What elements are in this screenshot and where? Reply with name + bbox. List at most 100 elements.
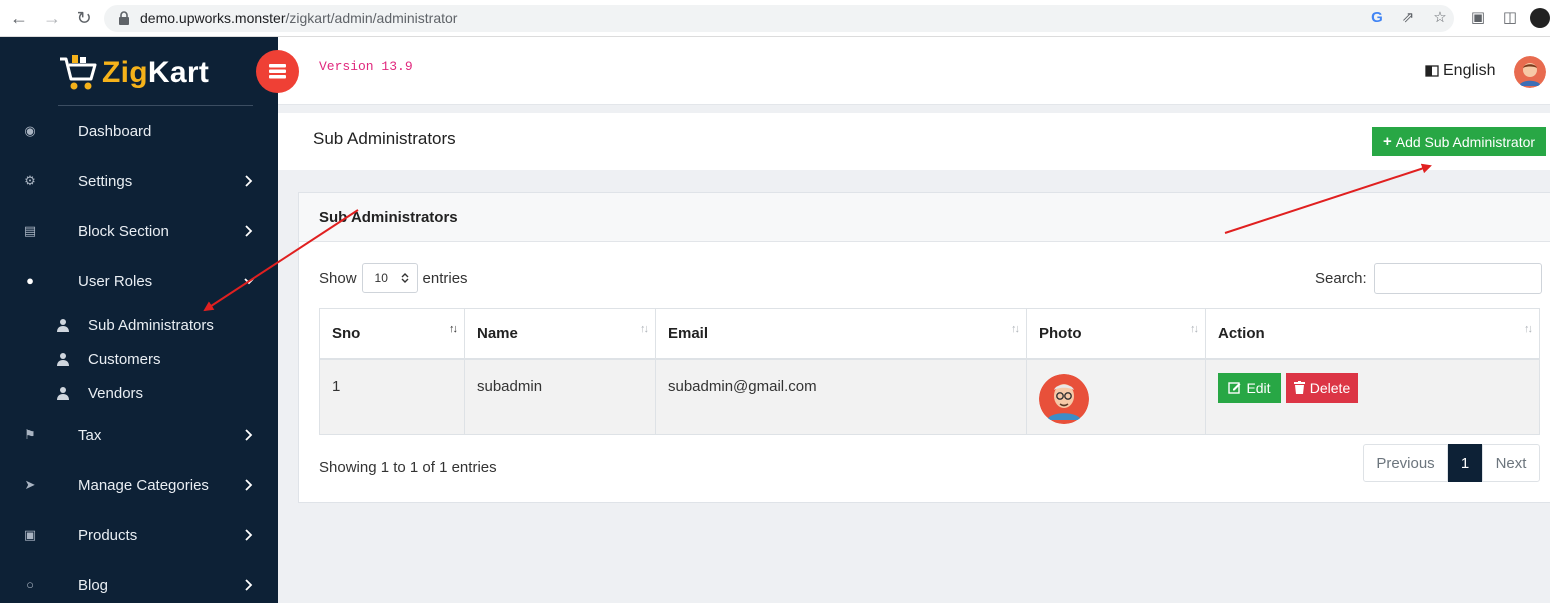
sidebar-item-user-roles[interactable]: ● User Roles <box>0 266 278 296</box>
column-header-email[interactable]: Email ↑↓ <box>655 308 1027 360</box>
table-header-row: Sno ↑↓ Name ↑↓ Email ↑↓ Photo ↑↓ Action ↑↓ <box>319 308 1540 360</box>
menu-toggle-icon <box>269 64 286 79</box>
edit-icon <box>1228 382 1241 394</box>
sort-icon: ↑↓ <box>1011 323 1020 335</box>
card-title: Sub Administrators <box>319 209 458 226</box>
sidebar-item-label: Manage Categories <box>78 476 209 494</box>
google-icon[interactable]: G <box>1366 7 1388 29</box>
chevron-right-icon <box>245 529 253 541</box>
sub-administrators-card: Sub Administrators Show 10 entries Searc… <box>298 192 1550 503</box>
brand-name: ZigKart <box>102 56 209 90</box>
language-icon <box>1425 65 1439 77</box>
language-selector[interactable]: English <box>1425 62 1495 80</box>
column-label: Email <box>668 324 709 342</box>
pagination: Previous 1 Next <box>1363 444 1540 482</box>
sidebar-item-label: User Roles <box>78 272 153 290</box>
users-icon: ● <box>26 273 34 288</box>
avatar-photo-icon <box>1039 373 1089 424</box>
column-header-name[interactable]: Name ↑↓ <box>464 308 656 360</box>
column-label: Name <box>477 324 518 342</box>
brand-logo[interactable]: ZigKart <box>58 51 209 95</box>
address-bar[interactable]: demo.upworks.monster/zigkart/admin/admin… <box>104 5 1454 32</box>
avatar-icon <box>1514 56 1546 88</box>
column-label: Action <box>1218 324 1265 342</box>
sidebar-item-label: Tax <box>78 426 102 444</box>
chevron-right-icon <box>245 429 253 441</box>
pagination-previous[interactable]: Previous <box>1363 444 1448 482</box>
profile-icon[interactable] <box>1530 8 1550 28</box>
reload-icon[interactable]: ↻ <box>74 8 94 28</box>
language-label: English <box>1443 62 1496 79</box>
forward-icon[interactable]: → <box>42 8 62 28</box>
column-header-action[interactable]: Action ↑↓ <box>1205 308 1540 360</box>
sidebar-subitem-label: Customers <box>88 350 161 368</box>
search-input[interactable] <box>1373 263 1542 294</box>
select-arrows-icon <box>401 273 409 283</box>
show-label: Show <box>319 269 357 287</box>
cell-name: subadmin <box>464 358 656 435</box>
brand-divider <box>58 105 253 106</box>
sidebar-item-manage-categories[interactable]: ➤ Manage Categories <box>0 470 278 500</box>
delete-button[interactable]: Delete <box>1286 372 1358 403</box>
page-length-value: 10 <box>374 271 388 285</box>
sidebar-item-dashboard[interactable]: ◉ Dashboard <box>0 116 278 146</box>
gears-icon: ⚙ <box>24 173 36 188</box>
pagination-next[interactable]: Next <box>1482 444 1540 482</box>
user-icon <box>57 353 69 366</box>
sidebar-item-label: Settings <box>78 172 133 190</box>
flag-icon: ⚑ <box>24 427 36 442</box>
lock-icon <box>119 11 129 25</box>
cart-logo-icon <box>60 55 97 90</box>
card-header: Sub Administrators <box>299 193 1550 242</box>
sidebar-item-blog[interactable]: ○ Blog <box>0 570 278 600</box>
user-icon <box>57 387 69 400</box>
sort-icon: ↑↓ <box>640 323 649 335</box>
sidebar-item-block-section[interactable]: ▤ Block Section <box>0 216 278 246</box>
user-icon <box>57 319 69 332</box>
pagination-page-current[interactable]: 1 <box>1448 444 1482 482</box>
extensions-icon[interactable]: ▣ <box>1467 7 1489 29</box>
sidebar-item-products[interactable]: ▣ Products <box>0 520 278 550</box>
cell-action: Edit Delete <box>1205 358 1540 435</box>
url-path: /zigkart/admin/administrator <box>285 10 458 26</box>
share-icon[interactable]: ⇗ <box>1397 7 1419 29</box>
sidebar-subitem-sub-administrators[interactable]: Sub Administrators <box>0 313 278 337</box>
chevron-right-icon <box>245 225 253 237</box>
sidepanel-icon[interactable]: ◫ <box>1499 7 1521 29</box>
brand-prefix: Zig <box>102 56 148 89</box>
column-header-sno[interactable]: Sno ↑↓ <box>319 308 465 360</box>
sidebar-item-label: Dashboard <box>78 122 152 140</box>
file-icon: ▤ <box>23 223 37 238</box>
trash-icon <box>1293 381 1305 394</box>
page-length-control: Show 10 entries <box>319 263 468 293</box>
sidebar-item-label: Blog <box>78 576 109 594</box>
sidebar-subitem-label: Sub Administrators <box>88 316 214 334</box>
page-length-select[interactable]: 10 <box>361 263 418 293</box>
column-header-photo[interactable]: Photo ↑↓ <box>1026 308 1206 360</box>
table-info: Showing 1 to 1 of 1 entries <box>319 459 497 476</box>
bookmark-star-icon[interactable]: ☆ <box>1429 7 1451 29</box>
sidebar-subitem-customers[interactable]: Customers <box>0 347 278 371</box>
top-header: Version 13.9 English <box>256 37 1550 105</box>
sidebar-subitem-vendors[interactable]: Vendors <box>0 381 278 405</box>
sidebar-toggle-button[interactable] <box>256 50 299 93</box>
add-sub-administrator-button[interactable]: + Add Sub Administrator <box>1372 127 1546 156</box>
page-title: Sub Administrators <box>313 129 456 148</box>
chevron-right-icon <box>245 479 253 491</box>
user-photo <box>1039 373 1089 424</box>
user-avatar[interactable] <box>1514 56 1546 88</box>
plus-icon: + <box>1382 133 1392 150</box>
column-label: Photo <box>1039 324 1082 342</box>
cell-sno: 1 <box>319 358 465 435</box>
sub-administrators-table: Sno ↑↓ Name ↑↓ Email ↑↓ Photo ↑↓ Action ↑↓ 1 … <box>319 308 1540 435</box>
version-label: Version 13.9 <box>319 59 413 74</box>
sort-icon: ↑↓ <box>1524 323 1533 335</box>
edit-button[interactable]: Edit <box>1218 372 1281 403</box>
chevron-down-icon <box>244 278 254 285</box>
back-icon[interactable]: ← <box>9 8 29 28</box>
sidebar-item-settings[interactable]: ⚙ Settings <box>0 166 278 196</box>
sort-icon: ↑↓ <box>449 323 458 335</box>
url-text: demo.upworks.monster/zigkart/admin/admin… <box>140 10 457 26</box>
chevron-right-icon <box>245 579 253 591</box>
sidebar-item-tax[interactable]: ⚑ Tax <box>0 420 278 450</box>
